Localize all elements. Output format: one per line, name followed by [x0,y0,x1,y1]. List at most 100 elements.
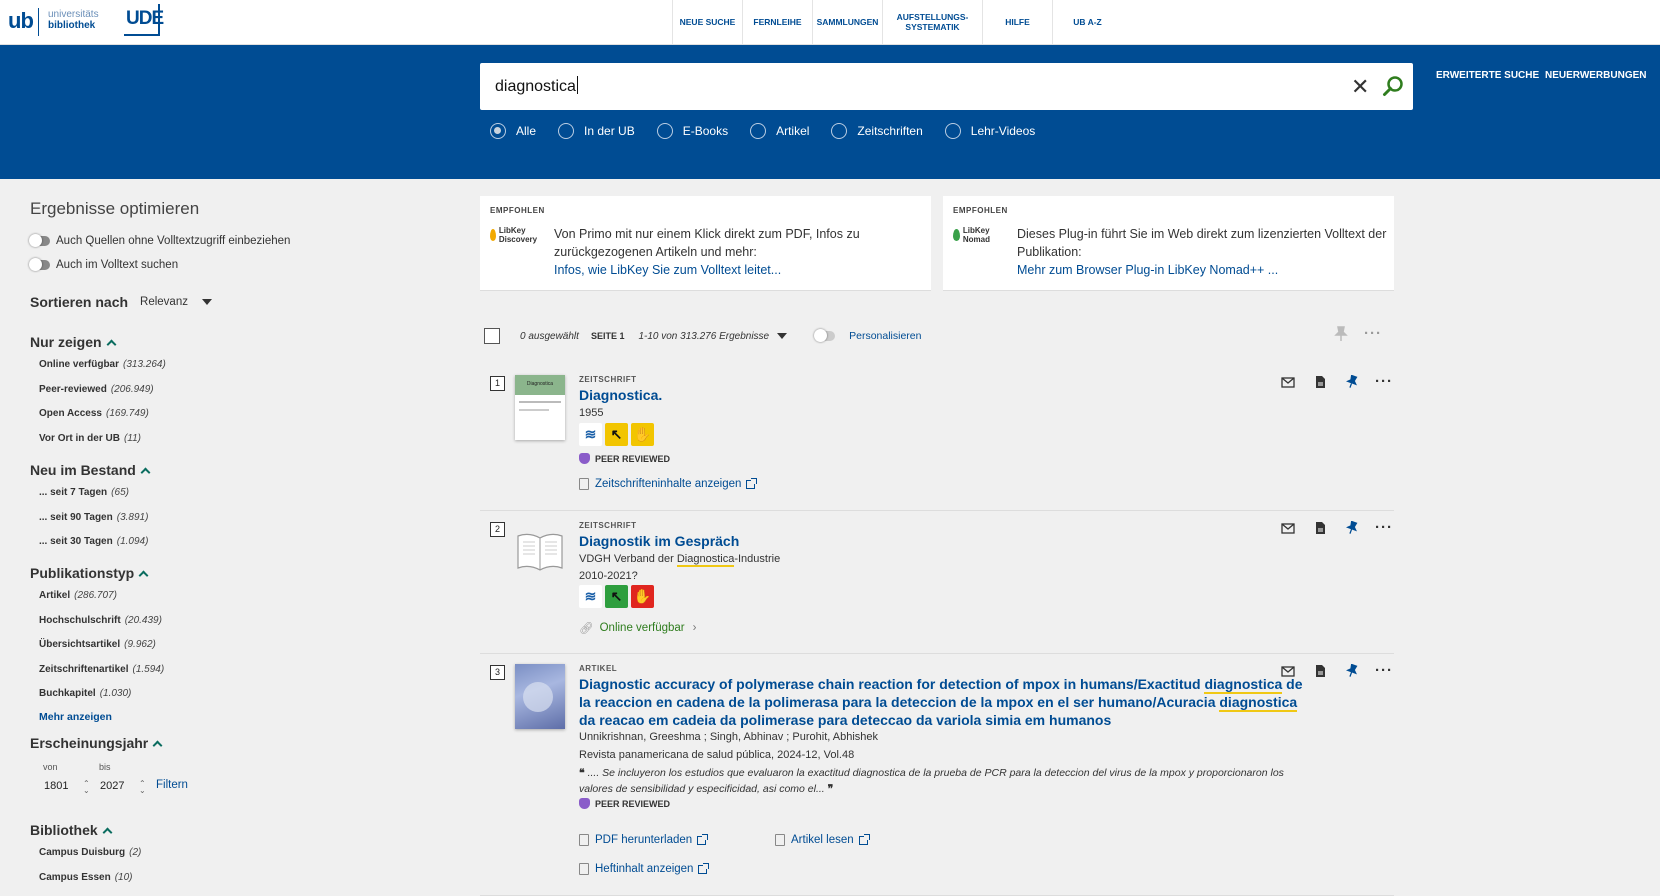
result-title[interactable]: Diagnostica. [579,386,662,404]
radio-button[interactable] [750,123,767,139]
issue-contents-link[interactable]: Heftinhalt anzeigen [579,862,710,875]
hand-stop-icon[interactable]: ✋ [631,585,654,608]
pin-icon[interactable] [1334,326,1348,342]
chevron-up-icon[interactable] [102,827,113,837]
facet-item[interactable]: Zeitschriftenartikel (1.594) [39,664,164,675]
year-to-spinner-icon[interactable]: ⌃ ⌄ [139,780,146,795]
caret-down-icon[interactable] [777,333,788,339]
facet-item[interactable]: ... seit 90 Tagen (3.891) [39,512,148,523]
select-all-checkbox[interactable] [484,328,500,344]
facet-item[interactable]: ... seit 7 Tagen (65) [39,487,129,498]
pdf-download-link[interactable]: PDF herunterladen [579,833,709,846]
chevron-up-icon[interactable] [138,570,149,580]
arrow-access-icon[interactable]: ↖ [605,585,628,608]
cover-thumbnail[interactable] [515,664,565,729]
facet-item[interactable]: Hochschulschrift (20.439) [39,615,162,626]
facet-item[interactable]: Übersichtsartikel (9.962) [39,639,156,650]
clear-icon[interactable]: ✕ [1351,74,1369,100]
fulltext-access-toggle[interactable]: Auch Quellen ohne Volltextzugriff einbez… [29,234,290,247]
facet-item[interactable]: Peer-reviewed (206.949) [39,384,154,395]
scope-option-3[interactable]: Artikel [750,123,809,139]
hand-stop-icon[interactable]: ✋ [631,423,654,446]
nav-item-2[interactable]: SAMMLUNGEN [812,0,882,44]
read-article-link[interactable]: Artikel lesen [775,833,870,846]
scope-option-2[interactable]: E-Books [656,123,728,139]
scope-option-5[interactable]: Lehr-Videos [944,123,1035,139]
advanced-search-link[interactable]: ERWEITERTE SUCHE [1436,70,1539,81]
nav-item-1[interactable]: FERNLEIHE [742,0,812,44]
chevron-up-icon[interactable] [106,339,117,349]
facet-item[interactable]: Open Access (169.749) [39,408,149,419]
online-available-link[interactable]: 🔗︎ Online verfügbar › [579,621,696,635]
facet-heading-2[interactable]: Publikationstyp [30,565,149,581]
caret-down-icon[interactable] [201,299,212,305]
nav-item-3[interactable]: AUFSTELLUNGS- SYSTEMATIK [882,0,982,44]
citation-icon[interactable] [1304,663,1336,679]
cover-thumbnail[interactable]: Diagnostica [515,375,565,440]
personalize-toggle[interactable] [814,329,836,342]
facet-item[interactable]: Artikel (286.707) [39,590,117,601]
email-icon[interactable] [1272,663,1304,679]
citation-icon[interactable] [1304,374,1336,390]
more-options-icon[interactable]: ··· [1368,520,1400,536]
more-options-icon[interactable]: ··· [1368,374,1400,390]
facet-item[interactable]: Online verfügbar (313.264) [39,359,166,370]
year-from-spinner-icon[interactable]: ⌃ ⌄ [83,780,90,795]
year-to-input[interactable]: 2027 [100,780,124,792]
radio-button[interactable] [490,123,506,139]
nav-item-4[interactable]: HILFE [982,0,1052,44]
result-title[interactable]: Diagnostic accuracy of polymerase chain … [579,675,1303,729]
year-from-input[interactable]: 1801 [44,780,68,792]
result-title[interactable]: Diagnostik im Gespräch [579,532,739,550]
scope-option-0[interactable]: Alle [490,123,536,139]
facet-item[interactable]: Campus Duisburg (2) [39,847,141,858]
chevron-up-icon[interactable] [140,467,151,477]
ezb-logo-icon[interactable]: ≋ [579,423,602,446]
search-fulltext-toggle[interactable]: Auch im Volltext suchen [29,258,178,271]
facet-heading-4[interactable]: Bibliothek [30,822,113,838]
citation-icon[interactable] [1304,520,1336,536]
facet-item[interactable]: Campus Essen (10) [39,872,133,883]
facet-item[interactable]: Vor Ort in der UB (11) [39,433,141,444]
nav-item-0[interactable]: NEUE SUCHE [672,0,742,44]
email-icon[interactable] [1272,520,1304,536]
pin-icon[interactable] [1336,374,1368,390]
journal-contents-link[interactable]: Zeitschrifteninhalte anzeigen [579,477,758,490]
scope-option-1[interactable]: In der UB [558,123,635,139]
more-options-icon[interactable]: ··· [1364,326,1382,341]
search-icon[interactable] [1382,75,1404,97]
radio-button[interactable] [944,123,961,139]
ezb-logo-icon[interactable]: ≋ [579,585,602,608]
search-input[interactable]: diagnostica ✕ [480,63,1413,110]
facet-heading-3[interactable]: Erscheinungsjahr [30,735,163,751]
radio-button[interactable] [831,123,848,139]
email-icon[interactable] [1272,374,1304,390]
book-placeholder-icon[interactable] [515,521,565,586]
pin-icon[interactable] [1336,663,1368,679]
ude-logo[interactable]: UDE [124,4,164,36]
pin-icon[interactable] [1336,520,1368,536]
radio-button[interactable] [558,123,575,139]
sort-value[interactable]: Relevanz [140,296,188,308]
new-acquisitions-link[interactable]: NEUERWERBUNGEN [1545,70,1647,81]
show-more-link[interactable]: Mehr anzeigen [39,711,112,723]
radio-button[interactable] [656,123,673,139]
toggle-switch[interactable] [29,234,50,247]
facet-item[interactable]: Buchkapitel (1.030) [39,688,131,699]
toggle-switch[interactable] [29,258,50,271]
arrow-access-icon[interactable]: ↖ [605,423,628,446]
sort-control[interactable]: Sortieren nach Relevanz [30,294,212,310]
ub-logo-text[interactable]: universitäts bibliothek [48,9,99,31]
nav-item-5[interactable]: UB A-Z [1052,0,1122,44]
personalize-label[interactable]: Personalisieren [849,330,921,342]
card-link[interactable]: Mehr zum Browser Plug-in LibKey Nomad++ … [1017,263,1278,277]
scope-option-4[interactable]: Zeitschriften [831,123,923,139]
facet-item[interactable]: ... seit 30 Tagen (1.094) [39,536,148,547]
facet-heading-0[interactable]: Nur zeigen [30,334,117,350]
year-filter-button[interactable]: Filtern [156,779,188,791]
more-options-icon[interactable]: ··· [1368,663,1400,679]
ub-logo[interactable]: ub [8,8,34,34]
facet-heading-1[interactable]: Neu im Bestand [30,462,151,478]
card-link[interactable]: Infos, wie LibKey Sie zum Volltext leite… [554,263,781,277]
chevron-up-icon[interactable] [152,740,163,750]
